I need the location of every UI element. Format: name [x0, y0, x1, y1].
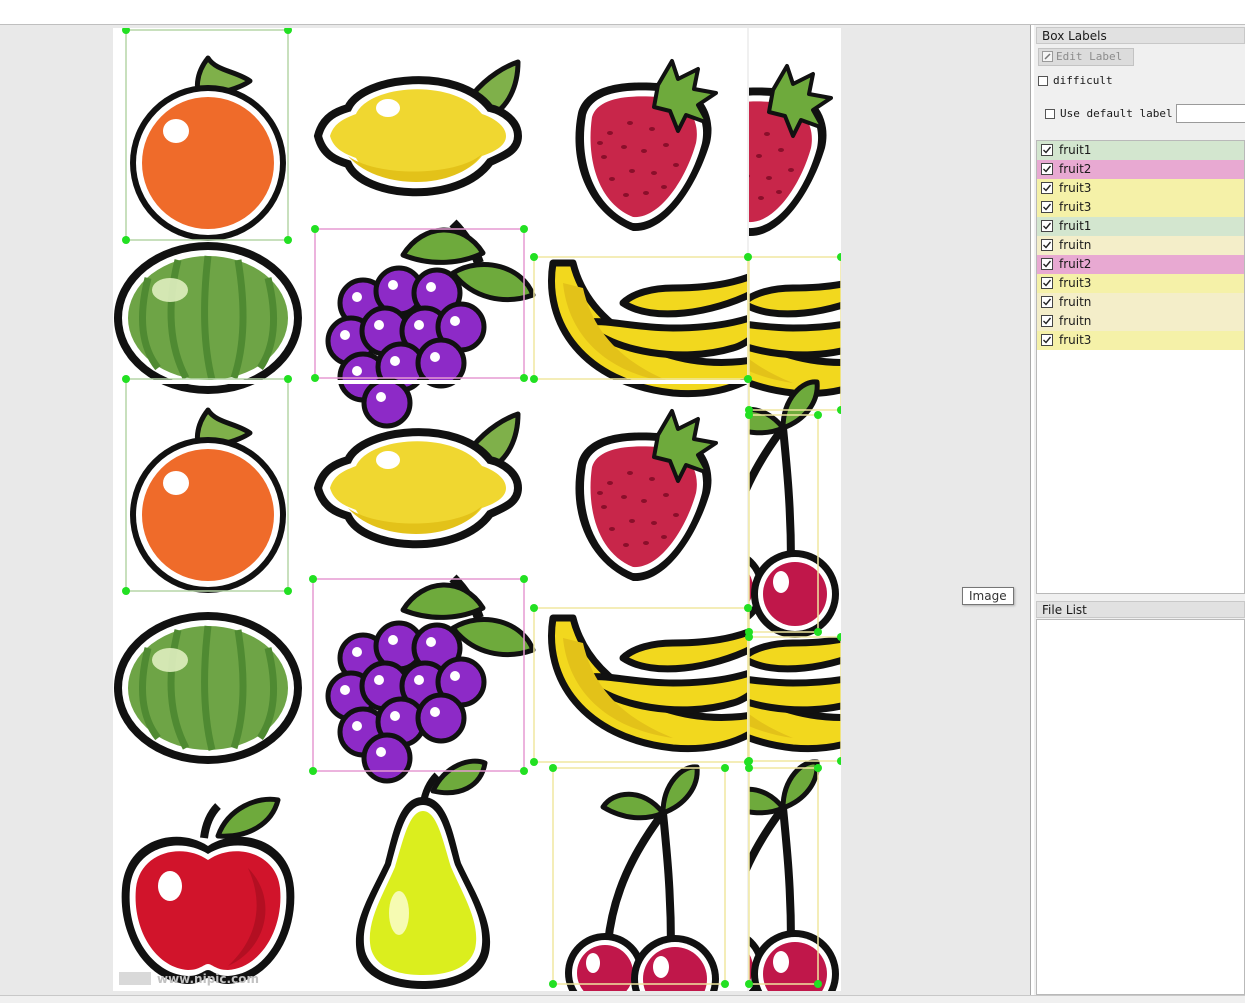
image-tooltip: Image: [962, 587, 1014, 605]
box-labels-title: Box Labels: [1036, 27, 1245, 44]
edit-label-button[interactable]: Edit Label: [1038, 48, 1134, 66]
label-list-item-text: fruit3: [1059, 200, 1092, 214]
label-list-item-text: fruit1: [1059, 219, 1092, 233]
checkbox-checked-icon[interactable]: [1041, 182, 1053, 194]
label-list-item-text: fruit2: [1059, 162, 1092, 176]
checkbox-checked-icon[interactable]: [1041, 239, 1053, 251]
label-list-item[interactable]: fruitn: [1037, 293, 1244, 312]
file-list-title: File List: [1036, 601, 1245, 618]
label-list[interactable]: fruit1 fruit2 fruit3 fruit3 fruit1 fruitn frui…: [1036, 140, 1245, 594]
label-list-item-text: fruit3: [1059, 276, 1092, 290]
pencil-icon: [1042, 51, 1053, 67]
label-list-item[interactable]: fruit2: [1037, 255, 1244, 274]
label-list-item-text: fruitn: [1059, 295, 1092, 309]
checkbox-checked-icon[interactable]: [1041, 201, 1053, 213]
checkbox-checked-icon[interactable]: [1041, 144, 1053, 156]
difficult-label: difficult: [1053, 74, 1113, 87]
label-list-item[interactable]: fruit1: [1037, 141, 1244, 160]
difficult-checkbox[interactable]: difficult: [1038, 74, 1113, 87]
label-list-item[interactable]: fruit1: [1037, 217, 1244, 236]
use-default-label-checkbox[interactable]: Use default label: [1045, 107, 1173, 120]
right-dock: Box Labels Edit Label difficult Use defa…: [1034, 25, 1245, 995]
label-list-item-text: fruit3: [1059, 333, 1092, 347]
label-list-item[interactable]: fruit3: [1037, 179, 1244, 198]
checkbox-checked-icon[interactable]: [1041, 334, 1053, 346]
label-list-item[interactable]: fruitn: [1037, 236, 1244, 255]
checkbox-checked-icon[interactable]: [1041, 220, 1053, 232]
checkbox-box[interactable]: [1045, 109, 1055, 119]
label-list-item-text: fruit2: [1059, 257, 1092, 271]
checkbox-checked-icon[interactable]: [1041, 163, 1053, 175]
label-list-item[interactable]: fruit2: [1037, 160, 1244, 179]
checkbox-checked-icon[interactable]: [1041, 277, 1053, 289]
label-list-item[interactable]: fruit3: [1037, 331, 1244, 350]
label-list-item[interactable]: fruitn: [1037, 312, 1244, 331]
label-list-item-text: fruitn: [1059, 238, 1092, 252]
file-list[interactable]: [1036, 619, 1245, 995]
checkbox-checked-icon[interactable]: [1041, 258, 1053, 270]
checkbox-box[interactable]: [1038, 76, 1048, 86]
default-label-input[interactable]: [1176, 104, 1245, 123]
use-default-label-text: Use default label: [1060, 107, 1173, 120]
annotated-image[interactable]: www.nipic.com: [113, 28, 841, 991]
label-list-item[interactable]: fruit3: [1037, 274, 1244, 293]
top-toolbar: [0, 0, 1245, 25]
edit-label-text: Edit Label: [1056, 50, 1123, 63]
label-list-item[interactable]: fruit3: [1037, 198, 1244, 217]
checkbox-checked-icon[interactable]: [1041, 296, 1053, 308]
checkbox-checked-icon[interactable]: [1041, 315, 1053, 327]
label-list-item-text: fruit1: [1059, 143, 1092, 157]
watermark-text: www.nipic.com: [157, 972, 259, 986]
label-list-item-text: fruit3: [1059, 181, 1092, 195]
label-list-item-text: fruitn: [1059, 314, 1092, 328]
annotation-canvas[interactable]: www.nipic.com Image: [0, 25, 1031, 995]
watermelon-icon: [114, 242, 302, 394]
watermelon-icon: [114, 612, 302, 764]
